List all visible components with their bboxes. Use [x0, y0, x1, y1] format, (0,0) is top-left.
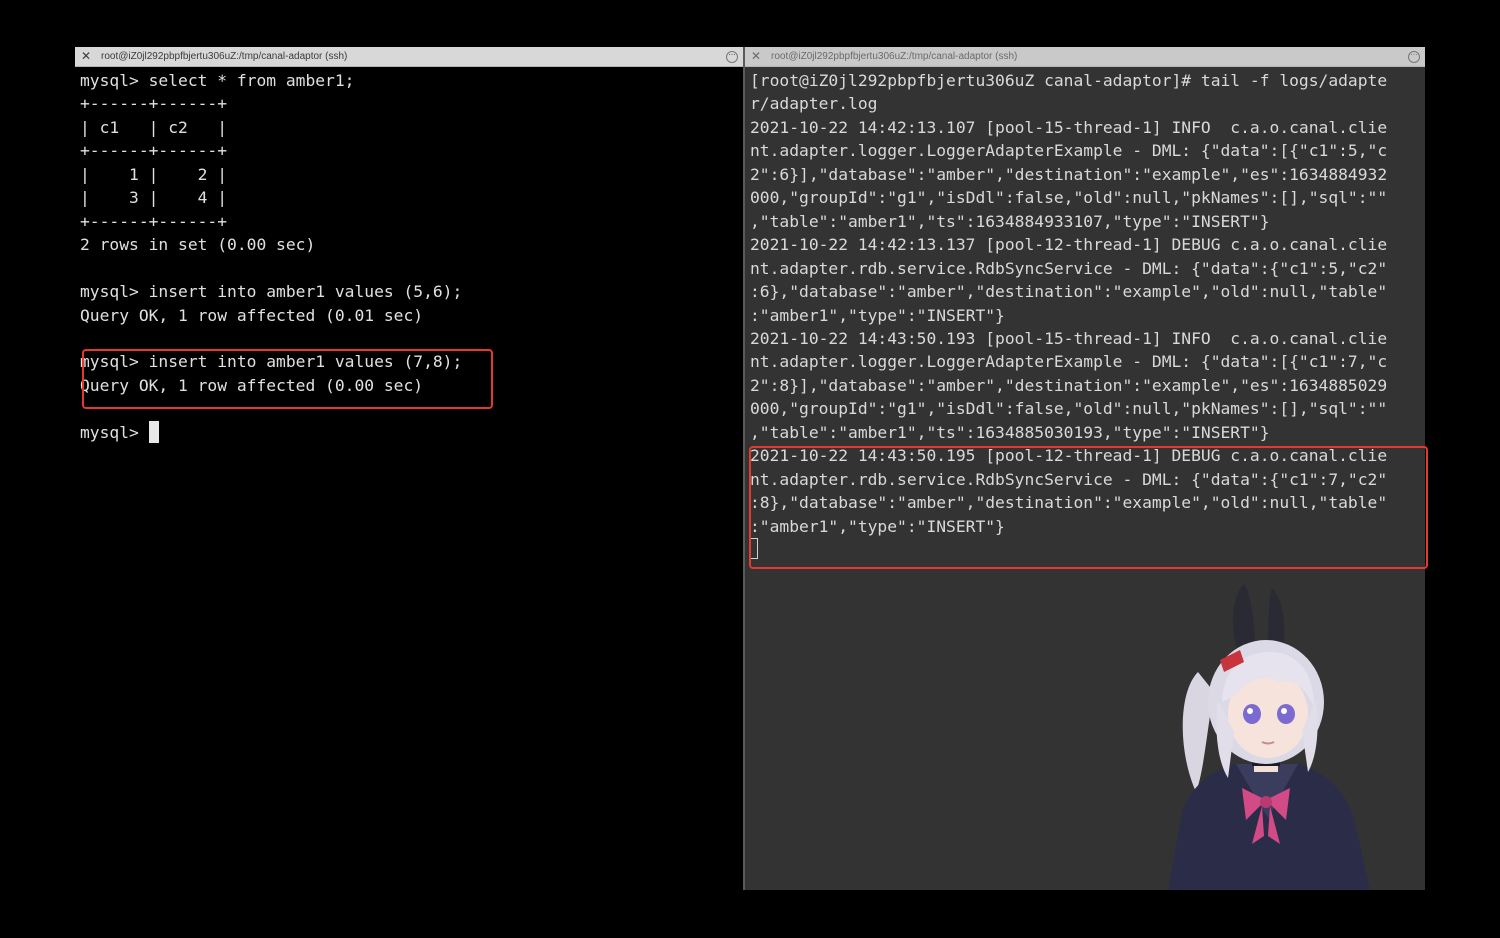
right-terminal-line: ,"table":"amber1","ts":1634884933107,"ty… [750, 211, 1270, 231]
more-options-icon[interactable]: ⋯ [1408, 51, 1420, 63]
left-terminal-line: +------+------+ [80, 211, 228, 231]
left-terminal-output[interactable]: mysql> select * from amber1; +------+---… [75, 67, 743, 444]
right-terminal-line: 2021-10-22 14:43:50.195 [pool-12-thread-… [750, 446, 1388, 466]
anime-avatar-image [1168, 584, 1370, 890]
close-icon[interactable]: ✕ [81, 50, 91, 63]
right-terminal-output[interactable]: [root@iZ0jl292pbpfbjertu306uZ canal-adap… [745, 67, 1425, 562]
terminal-cursor [148, 420, 159, 443]
right-terminal-line: nt.adapter.logger.LoggerAdapterExample -… [750, 141, 1388, 161]
right-terminal-line: nt.adapter.rdb.service.RdbSyncService - … [750, 258, 1388, 278]
close-icon[interactable]: ✕ [751, 50, 761, 63]
right-terminal-line: 000,"groupId":"g1","isDdl":false,"old":n… [750, 188, 1388, 208]
mysql-prompt: mysql> [80, 422, 149, 442]
right-terminal-line: :8},"database":"amber","destination":"ex… [750, 493, 1388, 513]
right-terminal-line: [root@iZ0jl292pbpfbjertu306uZ canal-adap… [750, 71, 1388, 90]
right-terminal-line: r/adapter.log [750, 94, 878, 114]
left-terminal-line: mysql> select * from amber1; [80, 71, 355, 90]
left-terminal-line: 2 rows in set (0.00 sec) [80, 235, 316, 255]
left-terminal-line: | 3 | 4 | [80, 188, 228, 208]
more-options-icon[interactable]: ⋯ [726, 51, 738, 63]
right-terminal-line: nt.adapter.rdb.service.RdbSyncService - … [750, 469, 1388, 489]
left-terminal-line: mysql> insert into amber1 values (7,8); [80, 352, 463, 372]
right-tab-title[interactable]: root@iZ0jl292pbpfbjertu306uZ:/tmp/canal-… [771, 51, 1017, 62]
left-terminal-line: Query OK, 1 row affected (0.00 sec) [80, 375, 424, 395]
left-terminal-pane[interactable]: ✕ root@iZ0jl292pbpfbjertu306uZ:/tmp/cana… [75, 47, 743, 890]
left-terminal-line: | c1 | c2 | [80, 117, 228, 137]
left-terminal-line: | 1 | 2 | [80, 164, 228, 184]
right-tab-bar: ✕ root@iZ0jl292pbpfbjertu306uZ:/tmp/cana… [745, 47, 1425, 67]
terminal-cursor [750, 538, 758, 560]
left-terminal-line: +------+------+ [80, 94, 228, 114]
right-terminal-line: 2021-10-22 14:42:13.107 [pool-15-thread-… [750, 117, 1388, 137]
right-terminal-line: :"amber1","type":"INSERT"} [750, 516, 1005, 536]
right-terminal-line: 2":8}],"database":"amber","destination":… [750, 375, 1388, 395]
right-terminal-line: 2":6}],"database":"amber","destination":… [750, 164, 1388, 184]
left-terminal-line: mysql> insert into amber1 values (5,6); [80, 282, 463, 302]
left-tab-bar: ✕ root@iZ0jl292pbpfbjertu306uZ:/tmp/cana… [75, 47, 743, 67]
left-terminal-line: Query OK, 1 row affected (0.01 sec) [80, 305, 424, 325]
right-terminal-line: 2021-10-22 14:43:50.193 [pool-15-thread-… [750, 328, 1388, 348]
right-terminal-line: 000,"groupId":"g1","isDdl":false,"old":n… [750, 399, 1388, 419]
right-terminal-line: 2021-10-22 14:42:13.137 [pool-12-thread-… [750, 235, 1388, 255]
left-tab-title[interactable]: root@iZ0jl292pbpfbjertu306uZ:/tmp/canal-… [101, 51, 347, 62]
right-terminal-line: nt.adapter.logger.LoggerAdapterExample -… [750, 352, 1388, 372]
right-terminal-line: :6},"database":"amber","destination":"ex… [750, 282, 1388, 302]
right-terminal-line: ,"table":"amber1","ts":1634885030193,"ty… [750, 422, 1270, 442]
right-terminal-line: :"amber1","type":"INSERT"} [750, 305, 1005, 325]
left-terminal-line: +------+------+ [80, 141, 228, 161]
